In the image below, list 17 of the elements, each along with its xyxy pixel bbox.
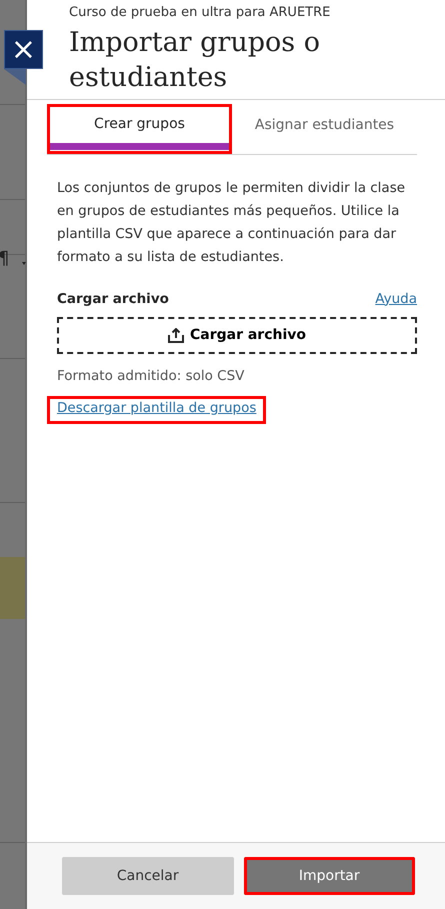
highlighted-row	[0, 557, 25, 619]
tab[interactable]: Crear grupos	[47, 104, 232, 154]
caret-icon	[22, 262, 26, 265]
upload-file-button[interactable]: Cargar archivo	[57, 316, 417, 354]
panel-title: Importar grupos o estudiantes	[69, 26, 321, 94]
cancel-button[interactable]: Cancelar	[62, 857, 234, 895]
tab[interactable]: Asignar estudiantes	[232, 104, 417, 154]
download-template-link[interactable]: Descargar plantilla de grupos	[47, 396, 266, 424]
upload-icon	[168, 328, 184, 343]
ribbon-fold-icon	[4, 69, 26, 85]
upload-label: Cargar archivo	[57, 290, 169, 308]
format-hint: Formato admitido: solo CSV	[57, 366, 246, 386]
help-link[interactable]: Ayuda	[375, 288, 417, 309]
course-subtitle: Curso de prueba en ultra para ARUETRE	[69, 4, 332, 22]
import-button[interactable]: Importar	[244, 857, 415, 895]
description-text: Los conjuntos de grupos le permiten dividir la clase en grupos de estudiantes más pequeños. Utilice la plantilla CSV que aparece a continuación para dar formato a su lista de estudiantes.	[57, 178, 406, 266]
close-button[interactable]: ×	[4, 30, 43, 69]
